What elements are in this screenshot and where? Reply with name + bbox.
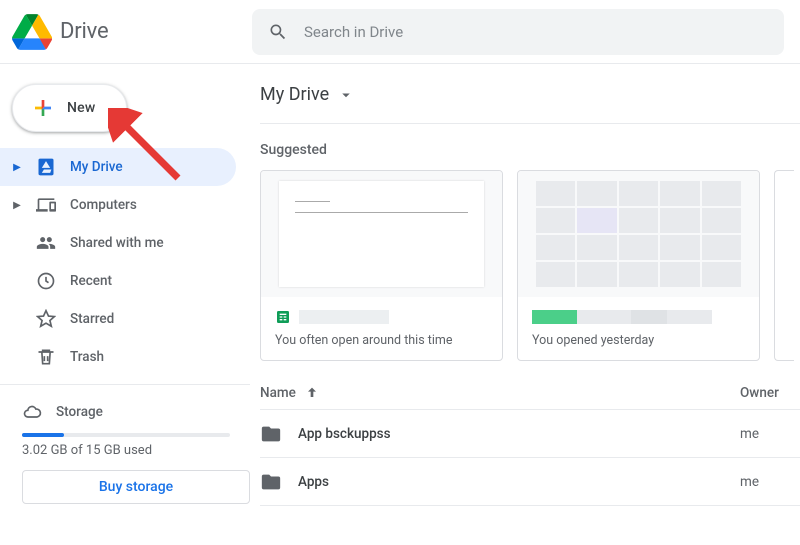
drive-logo-icon (12, 12, 52, 52)
devices-icon (36, 195, 56, 215)
table-header: Name Owner (260, 385, 800, 410)
header: Drive (0, 0, 800, 64)
dropdown-icon (337, 86, 355, 104)
sidebar-item-label: Shared with me (70, 235, 164, 251)
search-bar[interactable] (252, 9, 784, 55)
sidebar-item-starred[interactable]: Starred (0, 300, 236, 338)
folder-icon (260, 423, 282, 445)
sidebar-item-storage[interactable]: Storage (0, 395, 250, 429)
sidebar-item-shared[interactable]: Shared with me (0, 224, 236, 262)
sidebar-item-label: My Drive (70, 159, 123, 175)
card-subtitle: You opened yesterday (532, 333, 745, 348)
sidebar-item-label: Computers (70, 197, 137, 213)
suggested-card[interactable]: You opened yesterday (517, 170, 760, 361)
drive-icon (36, 157, 56, 177)
sidebar: New ▶ My Drive ▶ Computers Shared with m… (0, 64, 250, 545)
file-name: Apps (298, 474, 329, 490)
divider (0, 384, 250, 385)
breadcrumb-label: My Drive (260, 84, 329, 105)
app-name: Drive (60, 19, 108, 44)
sidebar-item-label: Trash (70, 349, 104, 365)
buy-storage-button[interactable]: Buy storage (22, 470, 250, 504)
card-preview (261, 171, 502, 297)
card-filename (299, 310, 389, 324)
plus-icon (31, 96, 55, 120)
chevron-right-icon: ▶ (12, 162, 22, 173)
card-subtitle: You often open around this time (275, 333, 488, 348)
new-button[interactable]: New (12, 84, 127, 132)
file-owner: me (740, 474, 800, 490)
column-owner[interactable]: Owner (740, 385, 800, 401)
column-name[interactable]: Name (260, 385, 740, 401)
sheets-icon (275, 309, 291, 325)
main-content: My Drive Suggested You often open around… (250, 64, 800, 545)
people-icon (36, 233, 56, 253)
divider (260, 123, 800, 124)
file-owner: me (740, 426, 800, 442)
storage-fill (22, 433, 64, 437)
sidebar-item-computers[interactable]: ▶ Computers (0, 186, 236, 224)
sidebar-item-label: Recent (70, 273, 112, 289)
sidebar-item-recent[interactable]: Recent (0, 262, 236, 300)
storage-label: Storage (56, 404, 103, 420)
search-input[interactable] (304, 23, 768, 41)
table-row[interactable]: App bsckuppss me (260, 410, 800, 458)
new-button-label: New (67, 100, 96, 116)
sidebar-item-my-drive[interactable]: ▶ My Drive (0, 148, 236, 186)
storage-bar (22, 433, 230, 437)
breadcrumb[interactable]: My Drive (260, 84, 800, 105)
suggested-card[interactable]: You often open around this time (260, 170, 503, 361)
trash-icon (36, 347, 56, 367)
sidebar-item-trash[interactable]: Trash (0, 338, 236, 376)
suggested-cards: You often open around this time You open… (260, 170, 800, 361)
storage-used-text: 3.02 GB of 15 GB used (0, 443, 250, 458)
search-icon (268, 22, 288, 42)
card-filename (532, 310, 712, 324)
brand[interactable]: Drive (12, 12, 252, 52)
suggested-title: Suggested (260, 142, 800, 158)
star-icon (36, 309, 56, 329)
suggested-card-peek[interactable] (774, 170, 794, 361)
card-preview (518, 171, 759, 297)
arrow-up-icon (304, 385, 320, 401)
clock-icon (36, 271, 56, 291)
cloud-icon (22, 402, 42, 422)
table-row[interactable]: Apps me (260, 458, 800, 506)
folder-icon (260, 471, 282, 493)
chevron-right-icon: ▶ (12, 200, 22, 211)
sidebar-item-label: Starred (70, 311, 114, 327)
file-name: App bsckuppss (298, 426, 391, 442)
